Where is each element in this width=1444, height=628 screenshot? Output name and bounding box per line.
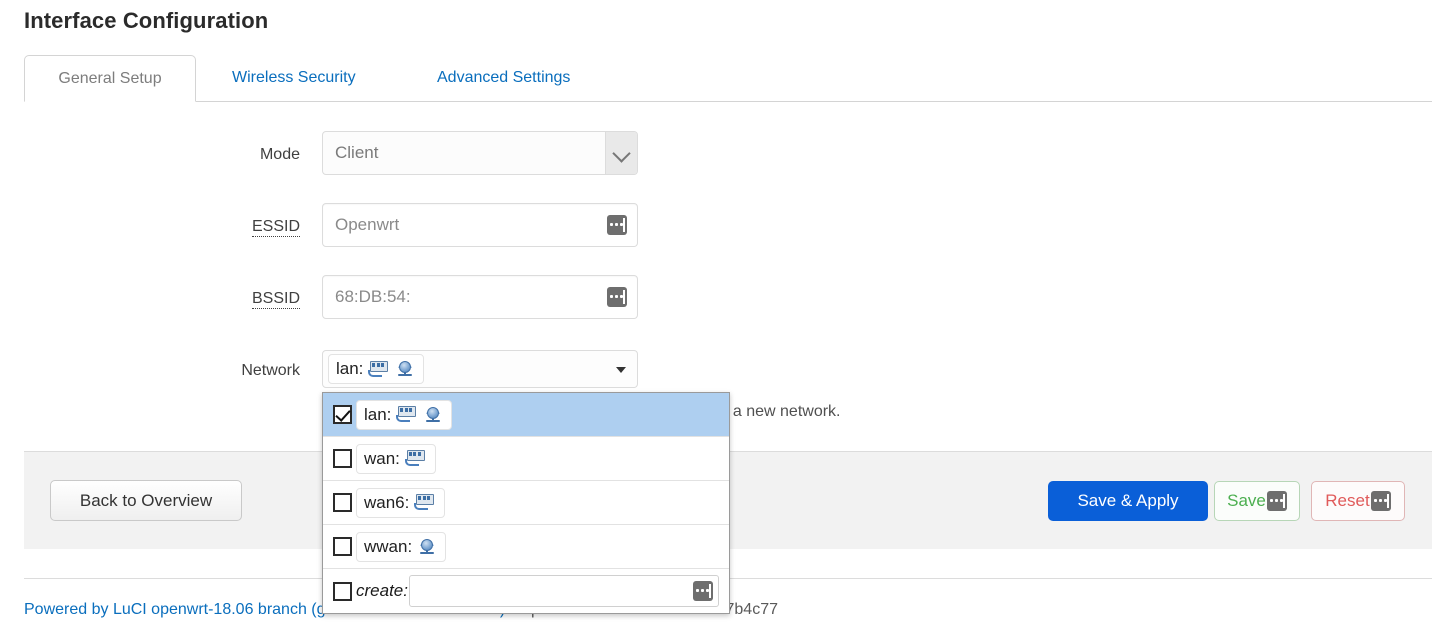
checkbox-wan[interactable]	[333, 449, 352, 468]
ethernet-icon	[368, 361, 390, 378]
checkbox-wan6[interactable]	[333, 493, 352, 512]
tab-advanced-settings-label: Advanced Settings	[437, 69, 570, 86]
tab-advanced-settings[interactable]: Advanced Settings	[419, 55, 588, 102]
save-button[interactable]: Save	[1214, 481, 1300, 521]
network-label: Network	[0, 347, 300, 395]
chevron-down-icon[interactable]	[605, 132, 637, 174]
save-label: Save	[1227, 491, 1266, 511]
broken-image-icon	[1371, 491, 1391, 511]
save-and-apply-label: Save & Apply	[1077, 491, 1178, 511]
dropdown-item-wan-label: wan:	[364, 449, 400, 469]
back-to-overview-label: Back to Overview	[80, 491, 212, 511]
dropdown-item-wwan[interactable]: wwan:	[323, 525, 729, 569]
essid-field-wrap: Openwrt	[322, 203, 638, 247]
broken-image-icon	[607, 215, 627, 235]
checkbox-lan[interactable]	[333, 405, 352, 424]
essid-label: ESSID	[0, 203, 300, 251]
page-title: Interface Configuration	[24, 8, 268, 34]
essid-input[interactable]: Openwrt	[322, 203, 638, 247]
tab-general-setup[interactable]: General Setup	[24, 55, 196, 102]
dropdown-item-create[interactable]: create:	[323, 569, 729, 613]
form-row-essid: ESSID Openwrt	[0, 203, 1444, 251]
dropdown-item-wan[interactable]: wan:	[323, 437, 729, 481]
wireless-icon	[417, 538, 437, 556]
essid-label-text: ESSID	[252, 218, 300, 237]
broken-image-icon	[607, 287, 627, 307]
dropdown-item-wwan-chip: wwan:	[356, 532, 446, 562]
ethernet-icon	[405, 450, 427, 467]
dropdown-item-lan-label: lan:	[364, 405, 391, 425]
tab-bar: General Setup Wireless Security Advanced…	[24, 55, 1432, 102]
back-to-overview-button[interactable]: Back to Overview	[50, 480, 242, 521]
dropdown-item-wan6-chip: wan6:	[356, 488, 445, 518]
form-row-network: Network lan:	[0, 347, 1444, 395]
tab-wireless-security-label: Wireless Security	[232, 69, 356, 86]
create-label: create:	[356, 581, 408, 601]
network-multiselect[interactable]: lan:	[322, 350, 638, 388]
broken-image-icon	[693, 581, 713, 601]
dropdown-item-wan6[interactable]: wan6:	[323, 481, 729, 525]
dropdown-item-wan-chip: wan:	[356, 444, 436, 474]
ethernet-icon	[414, 494, 436, 511]
bssid-label: BSSID	[0, 275, 300, 323]
network-dropdown-popup[interactable]: lan: wan: wan6:	[322, 392, 730, 614]
wireless-icon	[423, 406, 443, 424]
checkbox-create[interactable]	[333, 582, 352, 601]
reset-label: Reset	[1325, 491, 1369, 511]
interface-configuration-page: Interface Configuration General Setup Wi…	[0, 0, 1444, 628]
mode-label: Mode	[0, 131, 300, 179]
bssid-field-wrap: 68:DB:54:	[322, 275, 638, 319]
broken-image-icon	[1267, 491, 1287, 511]
mode-field-wrap: Client	[322, 131, 638, 175]
tab-general-setup-label: General Setup	[58, 70, 161, 87]
form-row-mode: Mode Client	[0, 131, 1444, 179]
form-row-bssid: BSSID 68:DB:54:	[0, 275, 1444, 323]
dropdown-item-lan-chip: lan:	[356, 400, 452, 430]
network-selected-chip-label: lan:	[336, 359, 363, 379]
dropdown-item-lan[interactable]: lan:	[323, 393, 729, 437]
wireless-icon	[395, 360, 415, 378]
bssid-input-value: 68:DB:54:	[335, 287, 411, 306]
tab-wireless-security[interactable]: Wireless Security	[214, 55, 374, 102]
checkbox-wwan[interactable]	[333, 537, 352, 556]
dropdown-item-wwan-label: wwan:	[364, 537, 412, 557]
dropdown-item-wan6-label: wan6:	[364, 493, 409, 513]
network-selected-chip: lan:	[328, 354, 424, 384]
bssid-label-text: BSSID	[252, 290, 300, 309]
save-and-apply-button[interactable]: Save & Apply	[1048, 481, 1208, 521]
create-network-input[interactable]	[409, 575, 719, 607]
mode-select-value: Client	[335, 143, 378, 162]
mode-select[interactable]: Client	[322, 131, 638, 175]
essid-input-value: Openwrt	[335, 215, 399, 234]
reset-button[interactable]: Reset	[1311, 481, 1405, 521]
network-field-wrap: lan:	[322, 347, 638, 385]
ethernet-icon	[396, 406, 418, 423]
caret-down-icon[interactable]	[616, 367, 626, 373]
bssid-input[interactable]: 68:DB:54:	[322, 275, 638, 319]
